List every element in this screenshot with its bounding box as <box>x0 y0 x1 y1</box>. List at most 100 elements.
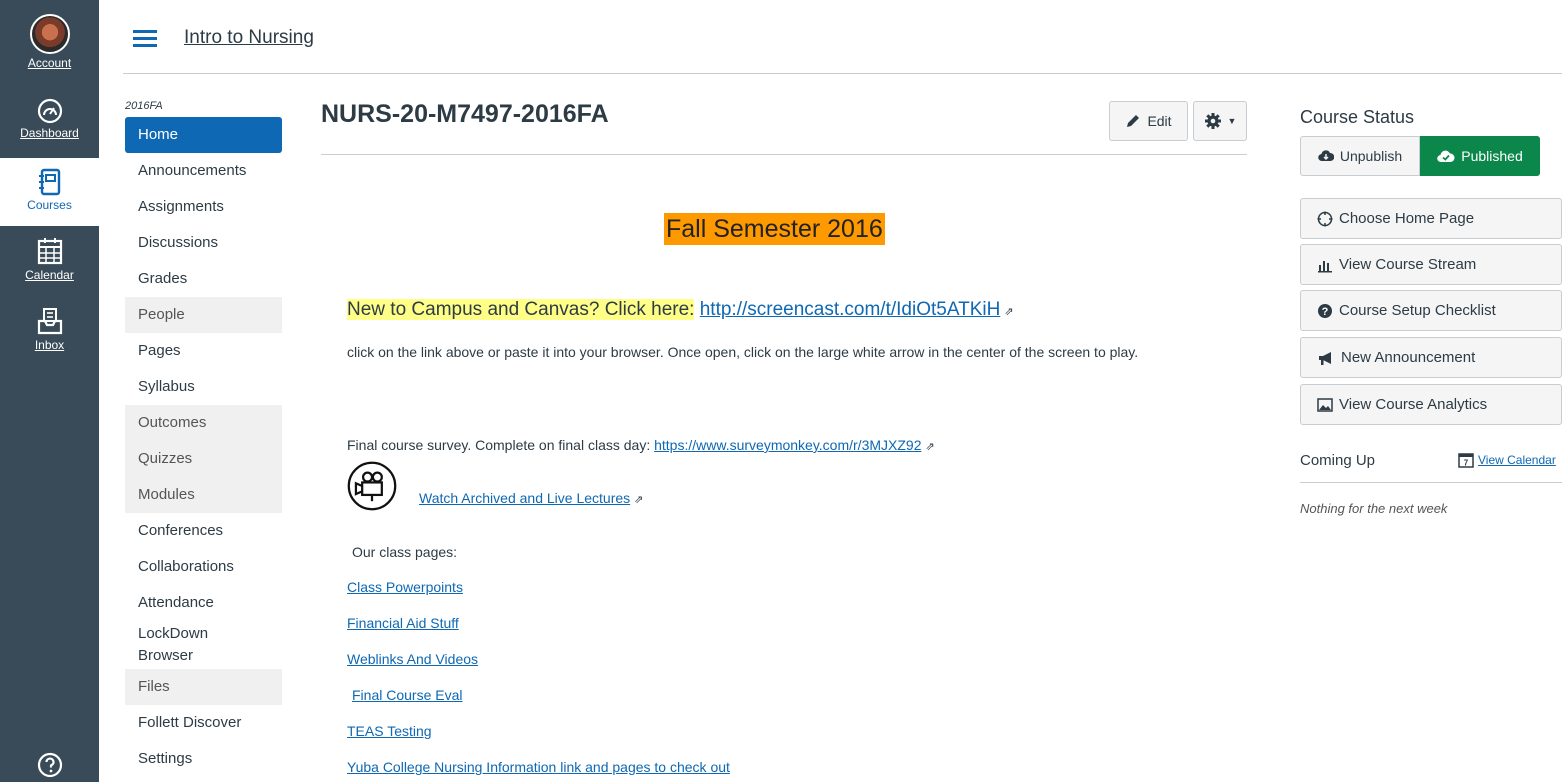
view-course-analytics-button[interactable]: View Course Analytics <box>1300 384 1562 425</box>
view-course-stream-button[interactable]: View Course Stream <box>1300 244 1562 285</box>
dashboard-icon <box>37 98 62 124</box>
class-pages-label: Our class pages: <box>352 544 458 560</box>
course-nav-assignments[interactable]: Assignments <box>125 189 282 225</box>
courses-nav-item[interactable]: Courses <box>0 158 99 226</box>
unpublish-label: Unpublish <box>1339 148 1403 164</box>
video-camera-icon <box>347 461 397 511</box>
view-calendar-link-wrap[interactable]: 7 View Calendar <box>1458 452 1556 468</box>
courses-icon <box>38 168 60 196</box>
image-icon <box>1317 397 1333 412</box>
teas-testing-link[interactable]: TEAS Testing <box>347 723 432 739</box>
courses-label[interactable]: Courses <box>0 198 99 212</box>
course-nav-pages[interactable]: Pages <box>125 333 282 369</box>
edit-button[interactable]: Edit <box>1109 101 1188 141</box>
course-nav-collaborations[interactable]: Collaborations <box>125 549 282 585</box>
dashboard-label[interactable]: Dashboard <box>0 126 99 140</box>
course-nav-outcomes[interactable]: Outcomes <box>125 405 282 441</box>
course-nav: 2016FA Home Announcements Assignments Di… <box>125 100 282 777</box>
unpublish-button[interactable]: Unpublish <box>1300 136 1420 176</box>
cloud-download-icon <box>1318 150 1334 162</box>
choose-home-page-button[interactable]: Choose Home Page <box>1300 198 1562 239</box>
new-announcement-label: New Announcement <box>1341 349 1476 366</box>
title-divider <box>321 154 1247 155</box>
screencast-link[interactable]: http://screencast.com/t/IdiOt5ATKiH <box>700 299 1001 320</box>
course-nav-follett-discover[interactable]: Follett Discover <box>125 705 282 741</box>
question-circle-icon: ? <box>1318 303 1332 318</box>
choose-home-page-label: Choose Home Page <box>1339 210 1475 227</box>
svg-text:?: ? <box>1322 306 1329 318</box>
semester-banner: Fall Semester 2016 <box>664 213 885 245</box>
nursing-info-link[interactable]: Yuba College Nursing Information link an… <box>347 759 730 775</box>
course-nav-quizzes[interactable]: Quizzes <box>125 441 282 477</box>
help-icon <box>37 752 62 778</box>
publish-toggle-group: Unpublish Published <box>1300 136 1540 176</box>
gear-icon <box>1204 113 1221 129</box>
published-label: Published <box>1461 148 1523 164</box>
course-nav-people[interactable]: People <box>125 297 282 333</box>
external-link-icon: ⇗ <box>634 494 644 506</box>
survey-link[interactable]: https://www.surveymonkey.com/r/3MJXZ92 <box>654 437 921 453</box>
page-title: NURS-20-M7497-2016FA <box>321 100 609 128</box>
caret-down-icon: ▼ <box>1227 116 1237 126</box>
avatar[interactable] <box>29 14 70 54</box>
instructions-text: click on the link above or paste it into… <box>347 344 1139 360</box>
external-link-icon: ⇗ <box>925 441 935 453</box>
account-nav-item[interactable]: Account <box>0 14 99 70</box>
calendar-label[interactable]: Calendar <box>0 268 99 282</box>
coming-up-heading: Coming Up <box>1300 452 1376 469</box>
course-nav-settings[interactable]: Settings <box>125 741 282 777</box>
account-label[interactable]: Account <box>0 56 99 70</box>
course-header: Intro to Nursing <box>123 0 1562 74</box>
help-nav-item[interactable] <box>0 752 99 778</box>
course-nav-attendance[interactable]: Attendance <box>125 585 282 621</box>
class-powerpoints-link[interactable]: Class Powerpoints <box>347 579 463 595</box>
settings-dropdown-button[interactable]: ▼ <box>1193 101 1247 141</box>
bar-chart-icon <box>1318 260 1332 272</box>
course-nav-syllabus[interactable]: Syllabus <box>125 369 282 405</box>
course-status-heading: Course Status <box>1300 107 1415 127</box>
new-announcement-button[interactable]: New Announcement <box>1300 337 1562 378</box>
new-campus-line: New to Campus and Canvas? Click here: ht… <box>347 299 1014 321</box>
course-nav-home[interactable]: Home <box>125 117 282 153</box>
course-nav-grades[interactable]: Grades <box>125 261 282 297</box>
calendar-day-icon: 7 <box>1458 453 1474 468</box>
course-setup-checklist-label: Course Setup Checklist <box>1339 302 1496 319</box>
calendar-day-number: 7 <box>1464 459 1469 468</box>
inbox-nav-item[interactable]: Inbox <box>0 306 99 352</box>
hamburger-menu-icon[interactable] <box>133 30 157 48</box>
lectures-link[interactable]: Watch Archived and Live Lectures <box>419 490 630 506</box>
inbox-label[interactable]: Inbox <box>0 338 99 352</box>
new-campus-text: New to Campus and Canvas? Click here: <box>347 299 695 320</box>
course-nav-modules[interactable]: Modules <box>125 477 282 513</box>
coming-up-divider <box>1300 482 1562 483</box>
course-setup-checklist-button[interactable]: ? Course Setup Checklist <box>1300 290 1562 331</box>
view-calendar-link[interactable]: View Calendar <box>1478 453 1556 467</box>
survey-line: Final course survey. Complete on final c… <box>347 437 935 453</box>
dashboard-nav-item[interactable]: Dashboard <box>0 98 99 140</box>
lectures-line: Watch Archived and Live Lectures ⇗ <box>419 490 643 506</box>
target-icon <box>1317 211 1333 226</box>
edit-button-label: Edit <box>1147 113 1172 129</box>
course-term: 2016FA <box>125 100 163 112</box>
course-nav-conferences[interactable]: Conferences <box>125 513 282 549</box>
inbox-icon <box>37 308 62 335</box>
financial-aid-link[interactable]: Financial Aid Stuff <box>347 615 459 631</box>
nothing-upcoming-text: Nothing for the next week <box>1300 501 1448 516</box>
course-nav-files[interactable]: Files <box>125 669 282 705</box>
course-nav-discussions[interactable]: Discussions <box>125 225 282 261</box>
pencil-icon <box>1127 115 1140 127</box>
weblinks-videos-link[interactable]: Weblinks And Videos <box>347 651 478 667</box>
cloud-check-icon <box>1437 150 1455 163</box>
final-course-eval-link[interactable]: Final Course Eval <box>352 687 463 703</box>
course-nav-announcements[interactable]: Announcements <box>125 153 282 189</box>
external-link-icon: ⇗ <box>1004 306 1014 318</box>
global-nav: Account Dashboard Courses Calendar Inbox <box>0 0 99 782</box>
survey-text: Final course survey. Complete on final c… <box>347 437 651 453</box>
calendar-nav-item[interactable]: Calendar <box>0 236 99 282</box>
megaphone-icon <box>1319 351 1331 365</box>
published-button[interactable]: Published <box>1420 136 1540 176</box>
view-course-analytics-label: View Course Analytics <box>1339 396 1488 413</box>
breadcrumb-course-link[interactable]: Intro to Nursing <box>184 27 314 49</box>
course-nav-lockdown-browser[interactable]: LockDown Browser <box>125 621 235 669</box>
view-course-stream-label: View Course Stream <box>1339 256 1477 273</box>
